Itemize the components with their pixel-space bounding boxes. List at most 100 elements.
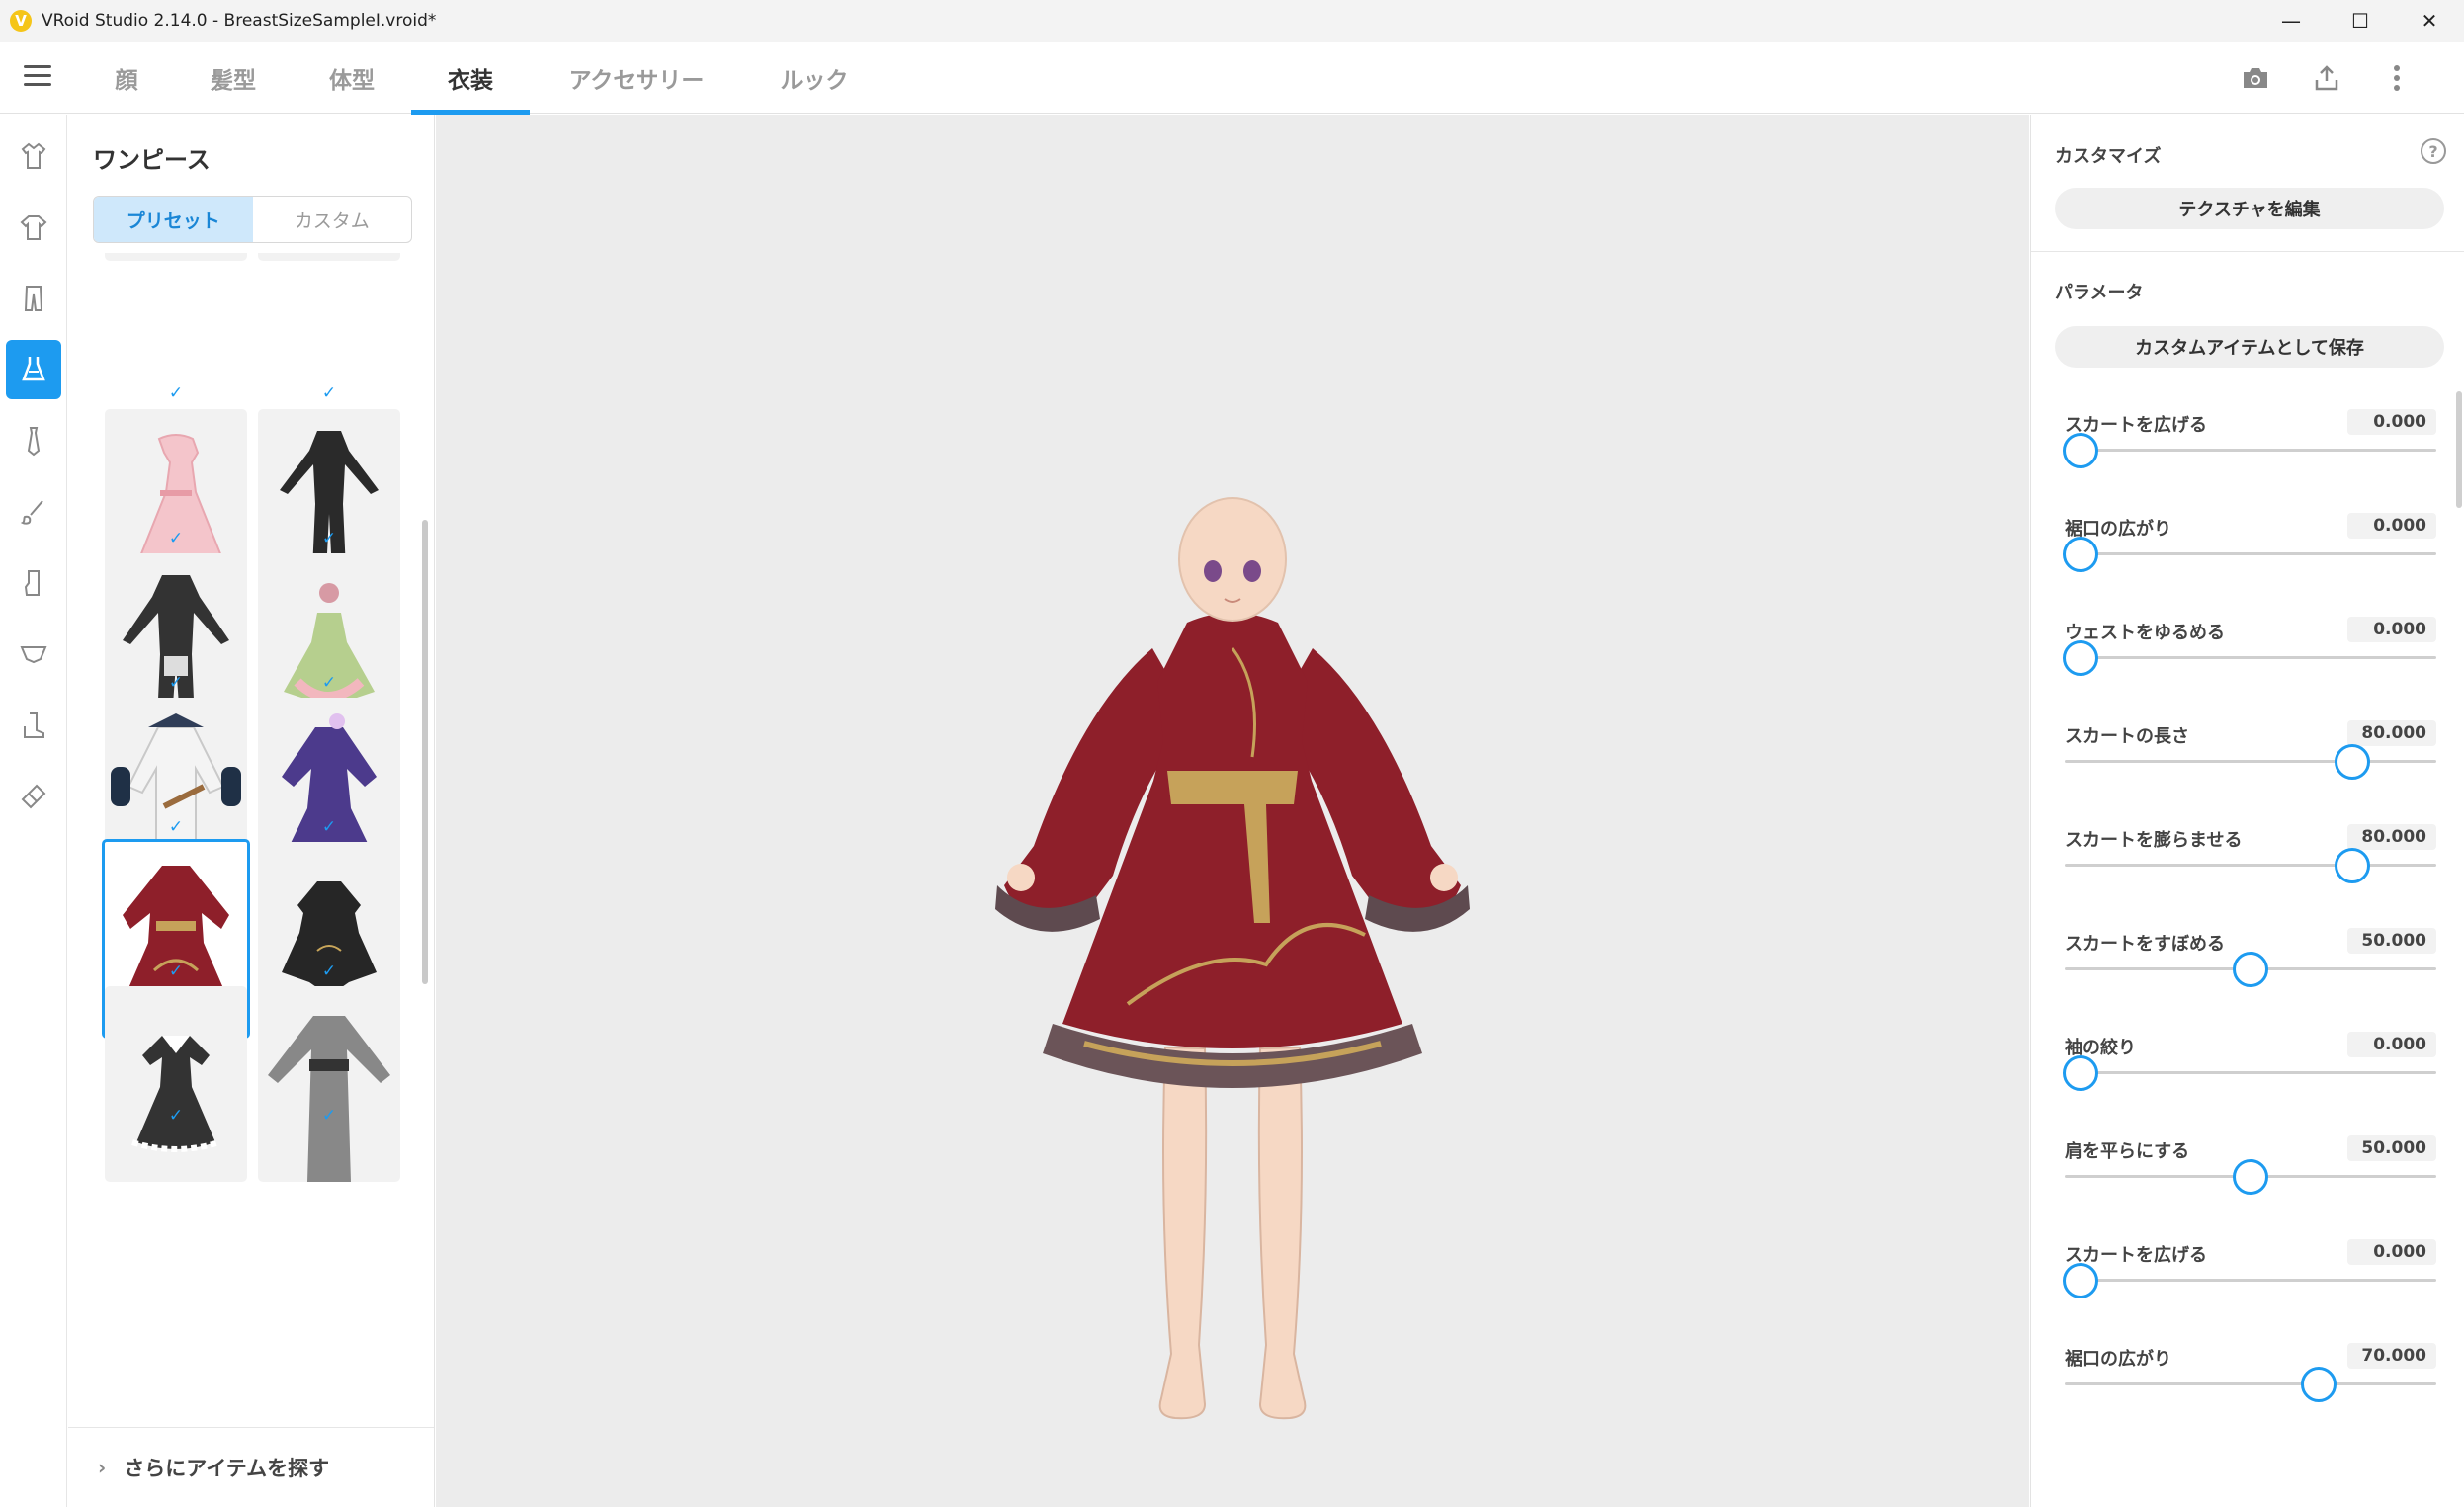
slider-handle[interactable] bbox=[2335, 744, 2371, 780]
slider-handle[interactable] bbox=[2233, 1159, 2268, 1195]
tab-hairstyle[interactable]: 髪型 bbox=[194, 42, 273, 114]
onepiece-icon[interactable] bbox=[6, 340, 61, 399]
tab-accessory[interactable]: アクセサリー bbox=[550, 42, 723, 114]
check-icon: ✓ bbox=[321, 673, 337, 693]
preset-thumb-partial[interactable] bbox=[105, 253, 247, 261]
close-button[interactable]: ✕ bbox=[2395, 0, 2464, 42]
brush-icon[interactable] bbox=[6, 482, 61, 542]
check-icon: ✓ bbox=[168, 673, 184, 693]
check-icon: ✓ bbox=[321, 383, 337, 403]
param-row: スカートを広げる 0.000 bbox=[2063, 1239, 2436, 1300]
param-label: 裾口の広がり bbox=[2065, 1349, 2171, 1370]
slider-track[interactable] bbox=[2065, 864, 2436, 867]
param-label: スカートの長さ bbox=[2065, 726, 2189, 747]
edit-texture-button[interactable]: テクスチャを編集 bbox=[2055, 188, 2444, 229]
camera-icon[interactable] bbox=[2239, 61, 2272, 95]
slider-handle[interactable] bbox=[2300, 1367, 2337, 1402]
param-row: 袖の絞り 0.000 bbox=[2063, 1032, 2436, 1093]
save-custom-item-button[interactable]: カスタムアイテムとして保存 bbox=[2055, 326, 2444, 368]
parameters-title: パラメータ bbox=[2055, 283, 2144, 303]
param-row: 裾口の広がり 70.000 bbox=[2065, 1343, 2436, 1404]
slider-track[interactable] bbox=[2065, 449, 2436, 452]
segment-preset[interactable]: プリセット bbox=[94, 197, 253, 242]
menu-icon[interactable] bbox=[24, 65, 51, 89]
panel-title: ワンピース bbox=[93, 146, 211, 174]
param-value-field[interactable]: 0.000 bbox=[2347, 1032, 2436, 1057]
check-icon: ✓ bbox=[321, 962, 337, 981]
preset-custom-toggle: プリセット カスタム bbox=[93, 196, 412, 243]
slider-handle[interactable] bbox=[2063, 537, 2098, 572]
check-icon: ✓ bbox=[168, 1106, 184, 1126]
accessory-icon[interactable] bbox=[6, 767, 61, 826]
slider-track[interactable] bbox=[2065, 760, 2436, 763]
param-value-field[interactable]: 0.000 bbox=[2347, 1239, 2436, 1265]
param-value-field[interactable]: 0.000 bbox=[2347, 617, 2436, 642]
check-icon: ✓ bbox=[168, 383, 184, 403]
3d-viewport[interactable] bbox=[436, 115, 2029, 1507]
check-icon: ✓ bbox=[168, 817, 184, 837]
tab-body[interactable]: 体型 bbox=[312, 42, 391, 114]
avatar-model bbox=[995, 497, 1470, 1420]
preset-thumb-black-maid-dress[interactable] bbox=[105, 986, 247, 1182]
param-value-field[interactable]: 50.000 bbox=[2347, 928, 2436, 954]
title-bar: V VRoid Studio 2.14.0 - BreastSizeSample… bbox=[0, 0, 2464, 42]
slider-track[interactable] bbox=[2065, 1382, 2436, 1385]
pants-icon[interactable] bbox=[6, 269, 61, 328]
param-value-field[interactable]: 80.000 bbox=[2347, 824, 2436, 850]
param-label: ウェストをゆるめる bbox=[2065, 623, 2225, 643]
preset-scrollbar[interactable] bbox=[422, 520, 428, 984]
param-value-field[interactable]: 0.000 bbox=[2347, 513, 2436, 539]
slider-track[interactable] bbox=[2065, 1279, 2436, 1282]
param-row: スカートを広げる 0.000 bbox=[2063, 409, 2436, 470]
minimize-button[interactable]: — bbox=[2256, 0, 2326, 42]
slider-handle[interactable] bbox=[2063, 1263, 2098, 1298]
more-vertical-icon[interactable] bbox=[2380, 61, 2414, 95]
slider-track[interactable] bbox=[2065, 1071, 2436, 1074]
slider-handle[interactable] bbox=[2063, 433, 2098, 468]
param-row: 肩を平らにする 50.000 bbox=[2065, 1135, 2436, 1197]
check-icon: ✓ bbox=[168, 529, 184, 548]
boots-icon[interactable] bbox=[6, 696, 61, 755]
tab-face[interactable]: 顔 bbox=[99, 42, 154, 114]
slider-handle[interactable] bbox=[2063, 1055, 2098, 1091]
check-icon: ✓ bbox=[321, 1106, 337, 1126]
maximize-button[interactable]: ☐ bbox=[2326, 0, 2395, 42]
customize-panel: カスタマイズ ? テクスチャを編集 パラメータ カスタムアイテムとして保存 スカ… bbox=[2030, 115, 2464, 1507]
slider-handle[interactable] bbox=[2233, 952, 2268, 987]
param-value-field[interactable]: 70.000 bbox=[2347, 1343, 2436, 1369]
preset-grid: ✓ ✓ ✓ ✓ ✓ ✓ ✓ ✓ ✓ ✓ ✓ ✓ bbox=[68, 253, 434, 1507]
segment-custom[interactable]: カスタム bbox=[253, 197, 412, 242]
export-icon[interactable] bbox=[2310, 61, 2343, 95]
check-icon: ✓ bbox=[321, 529, 337, 548]
vroid-logo-icon: V bbox=[10, 10, 32, 32]
check-icon: ✓ bbox=[168, 962, 184, 981]
slider-handle[interactable] bbox=[2063, 640, 2098, 676]
param-value-field[interactable]: 80.000 bbox=[2347, 720, 2436, 746]
preset-panel: ワンピース プリセット カスタム ✓ ✓ ✓ ✓ ✓ ✓ ✓ ✓ ✓ ✓ ✓ ✓… bbox=[68, 115, 435, 1507]
param-value-field[interactable]: 0.000 bbox=[2347, 409, 2436, 435]
slider-handle[interactable] bbox=[2335, 848, 2371, 883]
find-more-items[interactable]: › さらにアイテムを探す bbox=[68, 1427, 434, 1507]
param-label: スカートをすぼめる bbox=[2065, 934, 2225, 955]
find-more-label: さらにアイテムを探す bbox=[124, 1457, 330, 1480]
customize-title: カスタマイズ bbox=[2055, 146, 2162, 167]
tshirt-icon[interactable] bbox=[6, 198, 61, 257]
check-icon: ✓ bbox=[321, 817, 337, 837]
top-nav: 顔 髪型 体型 衣装 アクセサリー ルック bbox=[0, 42, 2464, 115]
help-icon[interactable]: ? bbox=[2421, 138, 2446, 164]
tab-outfit[interactable]: 衣装 bbox=[411, 42, 530, 115]
param-row: スカートを膨らませる 80.000 bbox=[2065, 824, 2436, 885]
slider-track[interactable] bbox=[2065, 656, 2436, 659]
slider-track[interactable] bbox=[2065, 552, 2436, 555]
tie-icon[interactable] bbox=[6, 411, 61, 470]
underwear-icon[interactable] bbox=[6, 625, 61, 684]
tops-icon[interactable] bbox=[6, 126, 61, 186]
param-label: 肩を平らにする bbox=[2065, 1141, 2190, 1162]
preset-thumb-grey-long-robe[interactable] bbox=[258, 986, 400, 1182]
preset-thumb-partial[interactable] bbox=[258, 253, 400, 261]
params-scrollbar[interactable] bbox=[2456, 391, 2462, 508]
tab-look[interactable]: ルック bbox=[763, 42, 866, 114]
socks-icon[interactable] bbox=[6, 553, 61, 613]
param-value-field[interactable]: 50.000 bbox=[2347, 1135, 2436, 1161]
param-label: スカートを膨らませる bbox=[2065, 830, 2243, 851]
